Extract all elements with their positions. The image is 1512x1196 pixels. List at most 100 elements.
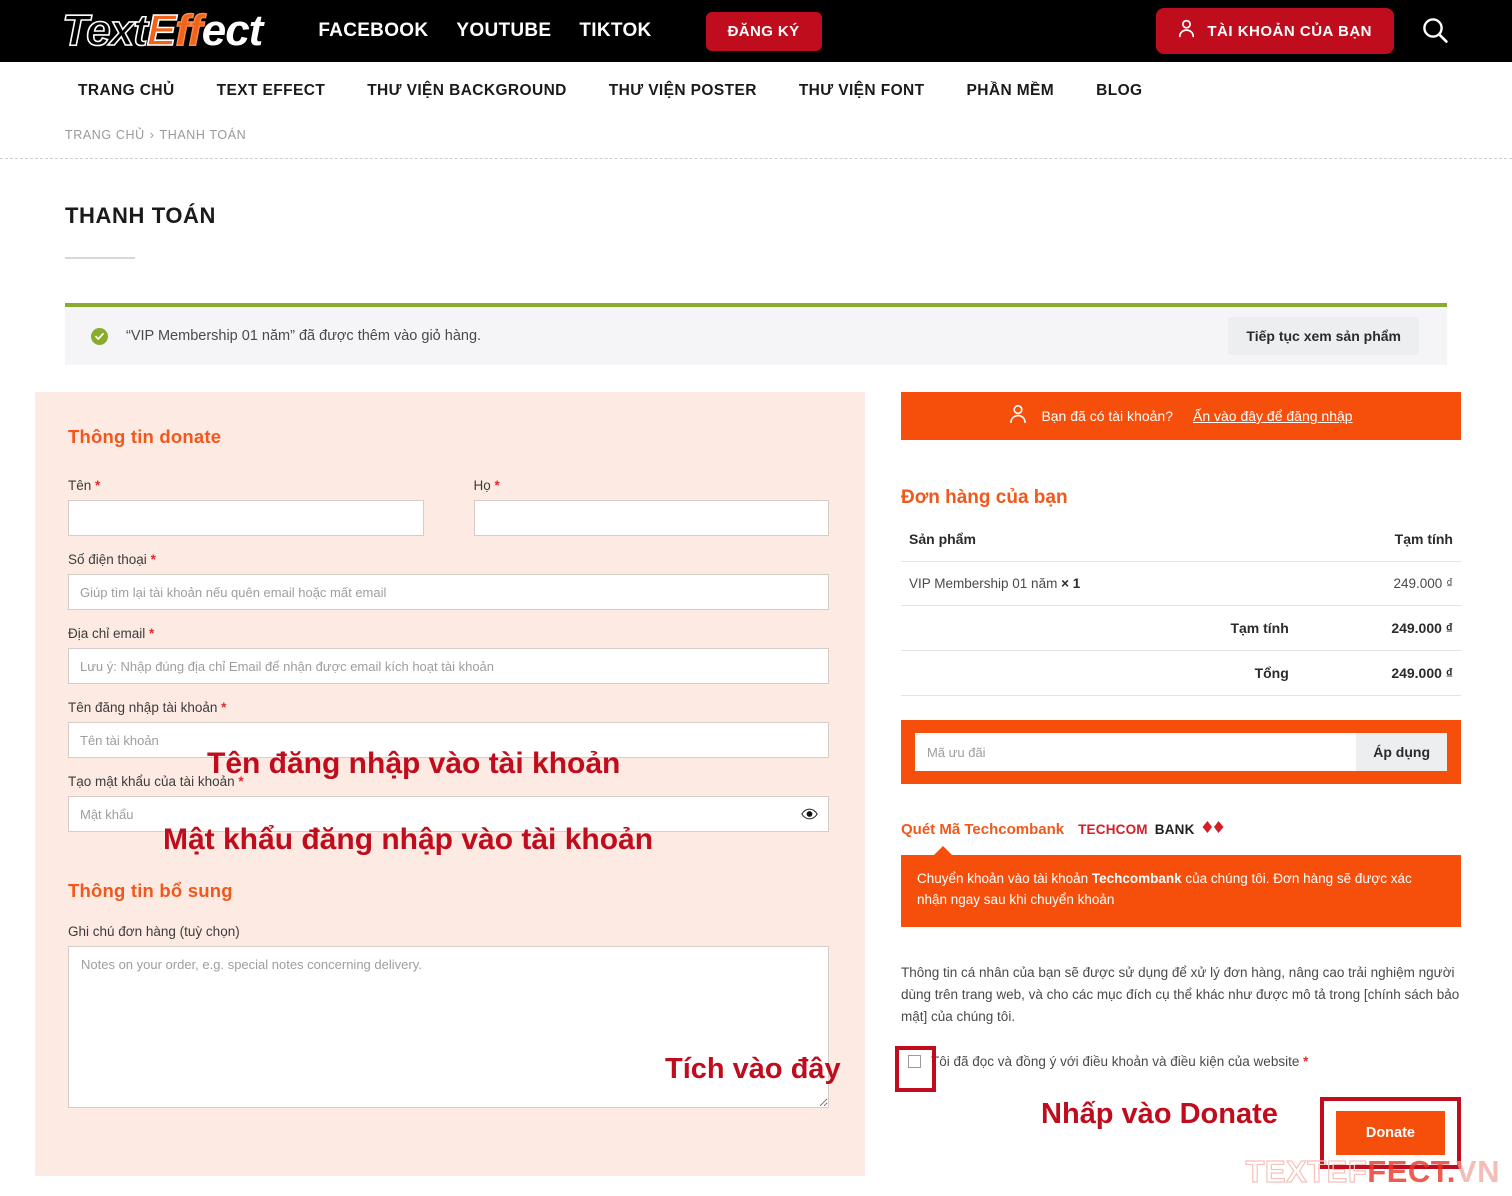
- social-link-facebook[interactable]: FACEBOOK: [318, 20, 428, 42]
- callout-arrow: [933, 846, 953, 856]
- payment-method-description: Chuyển khoản vào tài khoản Techcombank c…: [901, 846, 1461, 927]
- order-item-price: 249.000 ₫: [1296, 561, 1461, 606]
- nav-item-thu-vien-font[interactable]: THƯ VIỆN FONT: [799, 82, 925, 100]
- page-title-underline: [65, 257, 135, 259]
- required-marker: *: [238, 774, 244, 789]
- main-navigation: TRANG CHỦ TEXT EFFECT THƯ VIỆN BACKGROUN…: [0, 62, 1512, 120]
- order-summary-heading: Đơn hàng của bạn: [901, 487, 1068, 508]
- subtotal-value: 249.000 ₫: [1296, 605, 1461, 651]
- table-row-total: Tổng 249.000 ₫: [901, 650, 1461, 696]
- phone-input[interactable]: [68, 574, 829, 610]
- column-product: Sản phẩm: [901, 531, 1297, 562]
- techcombank-logo-part2: BANK: [1154, 822, 1195, 837]
- required-marker: *: [150, 552, 156, 567]
- user-icon: [1178, 19, 1195, 43]
- username-input[interactable]: [68, 722, 829, 758]
- order-summary-panel: Bạn đã có tài khoản? Ấn vào đây để đăng …: [901, 392, 1461, 1169]
- last-name-label: Họ *: [473, 478, 500, 493]
- order-item-qty: × 1: [1061, 576, 1081, 591]
- order-note-field-block: Ghi chú đơn hàng (tuỳ chọn): [68, 924, 829, 1113]
- required-marker: *: [95, 478, 101, 493]
- table-row: VIP Membership 01 năm × 1 249.000 ₫: [901, 561, 1461, 606]
- payment-desc-bold: Techcombank: [1091, 871, 1182, 886]
- site-logo[interactable]: Text Eff ect: [61, 6, 263, 55]
- email-label: Địa chỉ email *: [68, 626, 155, 641]
- donate-button-wrapper: Donate: [901, 1096, 1461, 1169]
- email-field-block: Địa chỉ email *: [68, 626, 829, 684]
- cart-success-alert: “VIP Membership 01 năm” đã được thêm vào…: [65, 303, 1447, 365]
- checkout-content: Thông tin donate Tên * Họ * Số điện thoạ…: [0, 392, 1512, 1176]
- logo-part-text: Text: [61, 6, 148, 55]
- order-table-header-row: Sản phẩm Tạm tính: [901, 531, 1461, 562]
- payment-method-header: Quét Mã Techcombank TECHCOM BANK: [901, 820, 1461, 839]
- username-label: Tên đăng nhập tài khoản *: [68, 700, 227, 715]
- terms-checkbox[interactable]: [908, 1055, 921, 1069]
- last-name-field-block: Họ *: [473, 478, 829, 536]
- breadcrumb: TRANG CHỦ › THANH TOÁN: [0, 120, 1512, 142]
- coupon-input[interactable]: [915, 733, 1357, 771]
- check-circle-icon: [91, 327, 108, 345]
- nav-item-text-effect[interactable]: TEXT EFFECT: [217, 82, 326, 100]
- login-prompt-banner[interactable]: Bạn đã có tài khoản? Ấn vào đây để đăng …: [901, 392, 1461, 440]
- breadcrumb-home[interactable]: TRANG CHỦ: [65, 128, 145, 142]
- required-marker: *: [149, 626, 155, 641]
- techcombank-diamond-icon: [1202, 820, 1224, 839]
- order-summary-table: Sản phẩm Tạm tính VIP Membership 01 năm …: [901, 531, 1461, 696]
- techcombank-logo-part1: TECHCOM: [1078, 822, 1148, 837]
- nav-item-thu-vien-background[interactable]: THƯ VIỆN BACKGROUND: [367, 82, 567, 100]
- donate-highlight-box: Donate: [1319, 1096, 1461, 1169]
- email-input[interactable]: [68, 648, 829, 684]
- search-icon[interactable]: [1420, 15, 1450, 50]
- social-link-tiktok[interactable]: TIKTOK: [579, 20, 651, 42]
- nav-item-blog[interactable]: BLOG: [1096, 82, 1142, 100]
- first-name-input[interactable]: [68, 500, 424, 536]
- nav-item-phan-mem[interactable]: PHẦN MỀM: [967, 82, 1055, 100]
- top-header-bar: Text Eff ect FACEBOOK YOUTUBE TIKTOK ĐĂNG …: [0, 0, 1512, 62]
- social-nav: FACEBOOK YOUTUBE TIKTOK ĐĂNG KÝ: [318, 11, 822, 51]
- required-marker: *: [494, 478, 500, 493]
- account-button-label: TÀI KHOẢN CỦA BẠN: [1207, 22, 1372, 40]
- name-fields-row: Tên * Họ *: [68, 478, 829, 536]
- billing-section-heading: Thông tin donate: [68, 426, 222, 447]
- password-input-wrapper: [68, 796, 829, 832]
- last-name-input[interactable]: [473, 500, 829, 536]
- eye-icon[interactable]: [801, 808, 818, 820]
- first-name-field-block: Tên *: [68, 478, 424, 536]
- subtotal-label: Tạm tính: [901, 605, 1297, 651]
- privacy-policy-text: Thông tin cá nhân của bạn sẽ được sử dụn…: [901, 964, 1460, 1025]
- password-input[interactable]: [68, 796, 829, 832]
- page-title: THANH TOÁN: [65, 203, 217, 228]
- order-note-textarea[interactable]: [68, 946, 829, 1108]
- apply-coupon-button[interactable]: Áp dụng: [1356, 733, 1447, 771]
- nav-item-trang-chu[interactable]: TRANG CHỦ: [78, 82, 175, 100]
- logo-part-e: E: [146, 6, 177, 55]
- social-link-youtube[interactable]: YOUTUBE: [456, 20, 551, 42]
- password-label: Tạo mật khẩu của tài khoản *: [68, 774, 244, 789]
- breadcrumb-divider: [0, 158, 1512, 159]
- breadcrumb-separator: ›: [149, 128, 155, 142]
- required-marker: *: [1303, 1054, 1309, 1070]
- order-item-name: VIP Membership 01 năm × 1: [901, 561, 1297, 606]
- phone-label: Số điện thoại *: [68, 552, 156, 567]
- total-value: 249.000 ₫: [1296, 650, 1461, 696]
- nav-item-thu-vien-poster[interactable]: THƯ VIỆN POSTER: [609, 82, 757, 100]
- payment-desc-pre: Chuyển khoản vào tài khoản: [917, 871, 1092, 886]
- continue-shopping-button[interactable]: Tiếp tục xem sản phẩm: [1228, 317, 1419, 355]
- logo-part-ff: ff: [175, 6, 204, 55]
- account-button[interactable]: TÀI KHOẢN CỦA BẠN: [1156, 8, 1394, 54]
- terms-label: Tôi đã đọc và đồng ý với điều khoản và đ…: [931, 1054, 1309, 1070]
- login-link[interactable]: Ấn vào đây để đăng nhập: [1193, 408, 1353, 424]
- cart-success-message: “VIP Membership 01 năm” đã được thêm vào…: [126, 328, 482, 344]
- first-name-label: Tên *: [68, 478, 101, 493]
- breadcrumb-current: THANH TOÁN: [159, 128, 247, 142]
- login-prompt-text: Bạn đã có tài khoản?: [1041, 408, 1173, 424]
- signup-button[interactable]: ĐĂNG KÝ: [705, 11, 822, 51]
- billing-form-panel: Thông tin donate Tên * Họ * Số điện thoạ…: [35, 392, 865, 1176]
- techcombank-logo: TECHCOM BANK: [1078, 820, 1224, 839]
- coupon-box: Áp dụng: [901, 720, 1461, 784]
- password-field-block: Tạo mật khẩu của tài khoản *: [68, 774, 829, 832]
- donate-button[interactable]: Donate: [1335, 1110, 1445, 1155]
- total-label: Tổng: [901, 650, 1297, 696]
- phone-field-block: Số điện thoại *: [68, 552, 829, 610]
- order-note-label: Ghi chú đơn hàng (tuỳ chọn): [68, 924, 240, 939]
